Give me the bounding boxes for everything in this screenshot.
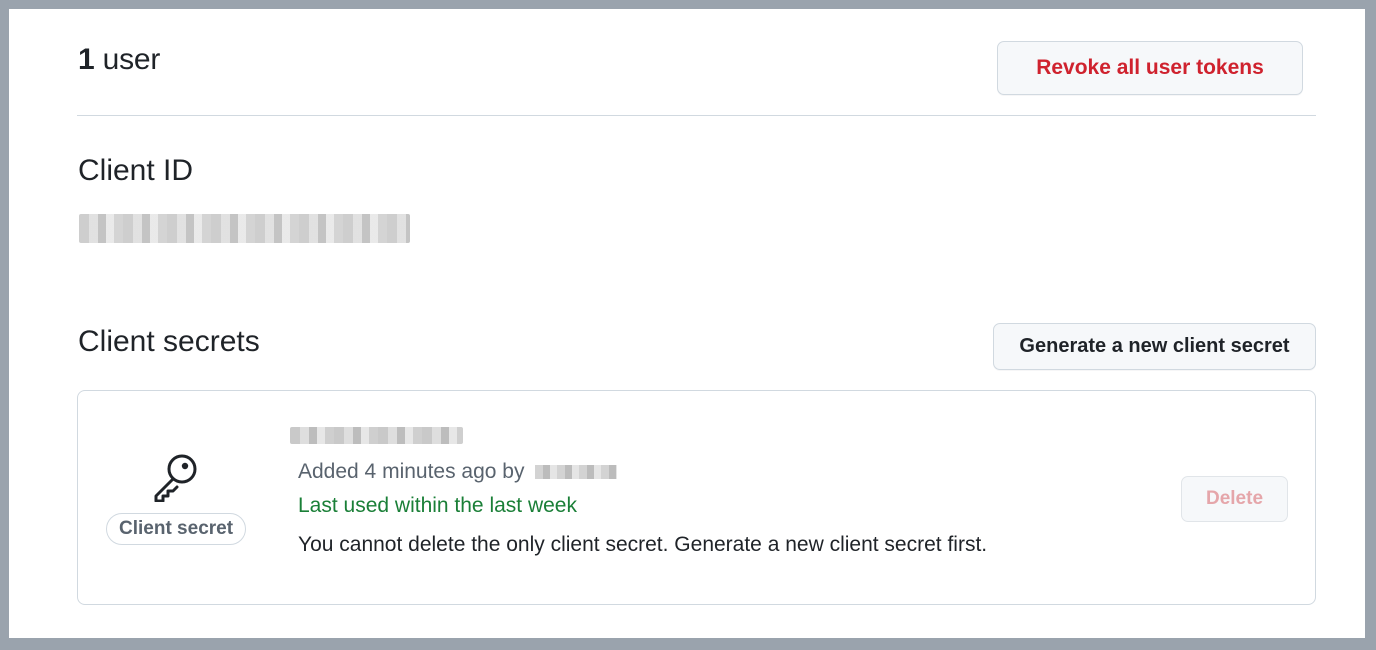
revoke-all-user-tokens-button[interactable]: Revoke all user tokens	[997, 41, 1303, 95]
secret-last-used: Last used within the last week	[298, 494, 577, 517]
users-count-label: user	[102, 43, 161, 76]
section-divider	[77, 115, 1316, 116]
client-secret-value-redacted	[290, 427, 463, 444]
client-secret-item: Client secret Added 4 minutes ago by Las…	[77, 390, 1316, 605]
generate-new-client-secret-button[interactable]: Generate a new client secret	[993, 323, 1316, 370]
secret-added-info: Added 4 minutes ago by	[298, 460, 617, 484]
client-secrets-heading: Client secrets	[78, 325, 260, 358]
oauth-app-settings-panel: 1 user Revoke all user tokens Client ID …	[9, 9, 1365, 638]
users-count-number: 1	[78, 43, 95, 76]
secret-delete-note: You cannot delete the only client secret…	[298, 533, 988, 556]
client-id-value-redacted	[79, 214, 410, 243]
secret-added-text: Added 4 minutes ago by	[298, 460, 525, 483]
key-icon	[154, 454, 197, 502]
client-secret-badge: Client secret	[106, 513, 247, 545]
users-count: 1 user	[78, 43, 160, 77]
secret-added-by-redacted	[534, 465, 617, 479]
delete-secret-button[interactable]: Delete	[1181, 476, 1288, 522]
client-id-heading: Client ID	[78, 154, 194, 187]
